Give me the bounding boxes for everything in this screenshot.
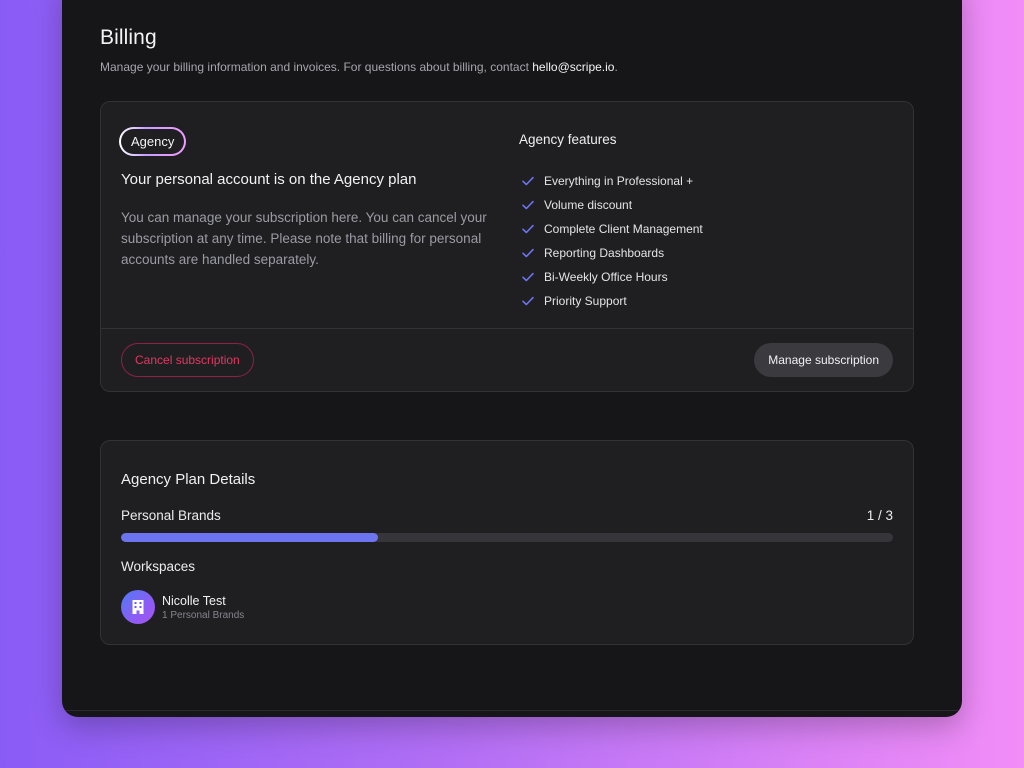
- manage-subscription-button[interactable]: Manage subscription: [754, 343, 893, 377]
- features-title: Agency features: [519, 132, 617, 147]
- check-icon: [522, 200, 534, 210]
- feature-item: Bi-Weekly Office Hours: [519, 265, 879, 289]
- page-title: Billing: [100, 26, 157, 49]
- feature-item: Complete Client Management: [519, 217, 879, 241]
- check-icon: [522, 176, 534, 186]
- check-icon: [522, 296, 534, 306]
- usage-progress-fill: [121, 533, 379, 542]
- feature-item: Everything in Professional +: [519, 169, 879, 193]
- check-icon: [522, 248, 534, 258]
- building-icon: [132, 600, 144, 614]
- cancel-subscription-button[interactable]: Cancel subscription: [121, 343, 254, 377]
- billing-header: Billing Manage your billing information …: [100, 26, 922, 74]
- subtitle-suffix: .: [614, 60, 618, 74]
- feature-item: Priority Support: [519, 289, 879, 313]
- plan-features: Agency features Everything in Profession…: [519, 132, 879, 313]
- details-title: Agency Plan Details: [121, 471, 256, 488]
- check-icon: [522, 272, 534, 282]
- plan-title: Your personal account is on the Agency p…: [121, 171, 417, 188]
- subtitle-text: Manage your billing information and invo…: [100, 60, 533, 74]
- page-subtitle: Manage your billing information and invo…: [100, 60, 922, 74]
- workspace-brand-count: 1 Personal Brands: [162, 609, 245, 621]
- feature-label: Reporting Dashboards: [544, 246, 665, 260]
- feature-label: Complete Client Management: [544, 222, 703, 236]
- workspace-text: Nicolle Test 1 Personal Brands: [162, 594, 244, 621]
- feature-item: Volume discount: [519, 193, 879, 217]
- support-email-link[interactable]: hello@scripe.io: [532, 60, 614, 74]
- check-icon: [522, 224, 534, 234]
- plan-summary: Agency Your personal account is on the A…: [118, 127, 491, 270]
- billing-window: Billing Manage your billing information …: [62, 0, 962, 717]
- feature-label: Bi-Weekly Office Hours: [544, 270, 668, 284]
- feature-label: Priority Support: [544, 294, 627, 308]
- workspaces-title: Workspaces: [121, 559, 196, 574]
- plan-description: You can manage your subscription here. Y…: [121, 210, 487, 267]
- workspace-name: Nicolle Test: [162, 593, 226, 608]
- feature-label: Volume discount: [544, 198, 633, 212]
- workspace-item[interactable]: Nicolle Test 1 Personal Brands: [121, 590, 244, 624]
- usage-progress-bar: [121, 533, 893, 542]
- workspace-avatar: [121, 590, 155, 624]
- usage-label: Personal Brands: [121, 508, 221, 523]
- feature-item: Reporting Dashboards: [519, 241, 879, 265]
- plan-badge: Agency: [118, 127, 187, 156]
- usage-row: Personal Brands 1 / 3: [121, 508, 893, 523]
- plan-details-card: Agency Plan Details Personal Brands 1 / …: [100, 440, 914, 645]
- feature-list: Everything in Professional + Volume disc…: [519, 169, 879, 313]
- feature-label: Everything in Professional +: [544, 174, 694, 188]
- plan-actions: Cancel subscription Manage subscription: [101, 328, 913, 391]
- usage-count: 1 / 3: [866, 508, 893, 523]
- plan-card: Agency Your personal account is on the A…: [100, 101, 914, 392]
